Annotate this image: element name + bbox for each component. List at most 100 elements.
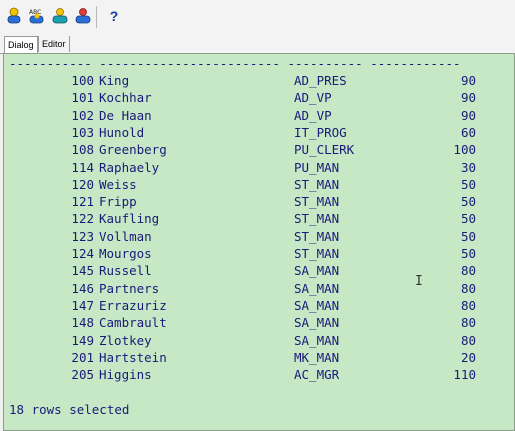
employee-id-cell: 122 (71, 211, 94, 227)
table-row: 122 Kaufling ST_MAN 50 (4, 210, 514, 227)
employee-id-cell: 123 (71, 228, 94, 244)
last-name-cell: Zlotkey (99, 332, 152, 348)
tab-editor[interactable]: Editor (38, 36, 70, 52)
table-row: 149 Zlotkey SA_MAN 80 (4, 332, 514, 349)
tab-dialog[interactable]: Dialog (4, 36, 38, 54)
last-name-cell: King (99, 73, 130, 88)
last-name-cell: Raphaely (99, 159, 160, 175)
table-row: 114 Raphaely PU_MAN 30 (4, 159, 514, 176)
job-id-cell: ST_MAN (294, 176, 340, 192)
department-id-cell: 20 (460, 349, 476, 365)
tab-bar: Dialog Editor (0, 34, 515, 54)
toolbar-separator (96, 6, 97, 28)
stop-icon[interactable] (73, 6, 93, 26)
last-name-cell: Fripp (99, 194, 137, 210)
scrollbar[interactable] (510, 54, 514, 430)
department-id-cell: 90 (460, 90, 476, 106)
job-id-cell: ST_MAN (294, 228, 340, 244)
table-row: 120 Weiss ST_MAN 50 (4, 176, 514, 193)
last-name-cell: Mourgos (99, 246, 152, 261)
table-row: 145 Russell SA_MAN 80 (4, 262, 514, 279)
last-name-cell: Greenberg (99, 142, 167, 158)
last-name-cell: Higgins (99, 367, 152, 383)
last-name-cell: Cambrault (99, 315, 167, 331)
job-id-cell: MK_MAN (294, 349, 340, 365)
job-id-cell: AC_MGR (294, 367, 340, 383)
department-id-cell: 80 (460, 263, 476, 279)
table-row: 124 Mourgos ST_MAN 50 (4, 245, 514, 262)
department-id-cell: 90 (460, 73, 476, 88)
text-cursor-icon: I (415, 274, 423, 289)
last-name-cell: Hartstein (99, 349, 167, 365)
help-label: ? (109, 8, 119, 24)
job-id-cell: ST_MAN (294, 211, 340, 227)
row-count-footer: 18 rows selected (9, 402, 130, 417)
toolbar: ABC ? (0, 0, 515, 35)
employee-id-cell: 149 (71, 332, 94, 348)
department-id-cell: 50 (460, 246, 476, 261)
last-name-cell: Kaufling (99, 211, 160, 227)
job-id-cell: SA_MAN (294, 297, 340, 313)
department-id-cell: 30 (460, 159, 476, 175)
employee-id-cell: 145 (71, 263, 94, 279)
last-name-cell: Kochhar (99, 90, 152, 106)
last-name-cell: Errazuriz (99, 297, 167, 313)
execute-icon[interactable] (50, 6, 70, 26)
job-id-cell: PU_MAN (294, 159, 340, 175)
table-row: 103 Hunold IT_PROG 60 (4, 124, 514, 141)
help-icon[interactable]: ? (104, 6, 124, 26)
table-row: 148 Cambrault SA_MAN 80 (4, 314, 514, 331)
last-name-cell: Russell (99, 263, 152, 279)
department-id-cell: 50 (460, 176, 476, 192)
department-id-cell: 60 (460, 124, 476, 140)
explain-icon[interactable]: ABC (27, 6, 47, 26)
table-row: 123 Vollman ST_MAN 50 (4, 228, 514, 245)
employee-id-cell: 101 (71, 90, 94, 106)
job-id-cell: ST_MAN (294, 246, 340, 261)
table-row: 100 King AD_PRES 90 (4, 72, 514, 89)
job-id-cell: AD_PRES (294, 73, 347, 88)
employee-id-cell: 102 (71, 107, 94, 123)
department-id-cell: 110 (453, 367, 476, 383)
run-icon[interactable] (4, 6, 24, 26)
employee-id-cell: 124 (71, 246, 94, 261)
job-id-cell: SA_MAN (294, 332, 340, 348)
employee-id-cell: 201 (71, 349, 94, 365)
employee-id-cell: 205 (71, 367, 94, 383)
employee-id-cell: 146 (71, 280, 94, 296)
employee-id-cell: 108 (71, 142, 94, 158)
employee-id-cell: 147 (71, 297, 94, 313)
department-id-cell: 90 (460, 107, 476, 123)
job-id-cell: PU_CLERK (294, 142, 355, 158)
job-id-cell: ST_MAN (294, 194, 340, 210)
job-id-cell: SA_MAN (294, 263, 340, 279)
department-id-cell: 50 (460, 211, 476, 227)
job-id-cell: AD_VP (294, 107, 332, 123)
department-id-cell: 80 (460, 332, 476, 348)
last-name-cell: Weiss (99, 176, 137, 192)
job-id-cell: IT_PROG (294, 124, 347, 140)
last-name-cell: De Haan (99, 107, 152, 123)
table-row: 102 De Haan AD_VP 90 (4, 107, 514, 124)
job-id-cell: AD_VP (294, 90, 332, 106)
last-name-cell: Hunold (99, 124, 145, 140)
column-separator: ----------- ------------------------ ---… (9, 56, 461, 71)
results-output[interactable]: ----------- ------------------------ ---… (3, 53, 515, 431)
table-row: 147 Errazuriz SA_MAN 80 (4, 297, 514, 314)
employee-id-cell: 103 (71, 124, 94, 140)
table-row: 205 Higgins AC_MGR 110 (4, 366, 514, 383)
job-id-cell: SA_MAN (294, 315, 340, 331)
department-id-cell: 80 (460, 315, 476, 331)
employee-id-cell: 114 (71, 159, 94, 175)
employee-id-cell: 120 (71, 176, 94, 192)
department-id-cell: 50 (460, 228, 476, 244)
employee-id-cell: 148 (71, 315, 94, 331)
table-row: 101 Kochhar AD_VP 90 (4, 89, 514, 106)
department-id-cell: 80 (460, 280, 476, 296)
employee-id-cell: 100 (71, 73, 94, 88)
last-name-cell: Vollman (99, 228, 152, 244)
table-row: 146 Partners SA_MAN 80 (4, 280, 514, 297)
table-row: 121 Fripp ST_MAN 50 (4, 193, 514, 210)
table-row: 201 Hartstein MK_MAN 20 (4, 349, 514, 366)
table-row: 108 Greenberg PU_CLERK 100 (4, 141, 514, 158)
